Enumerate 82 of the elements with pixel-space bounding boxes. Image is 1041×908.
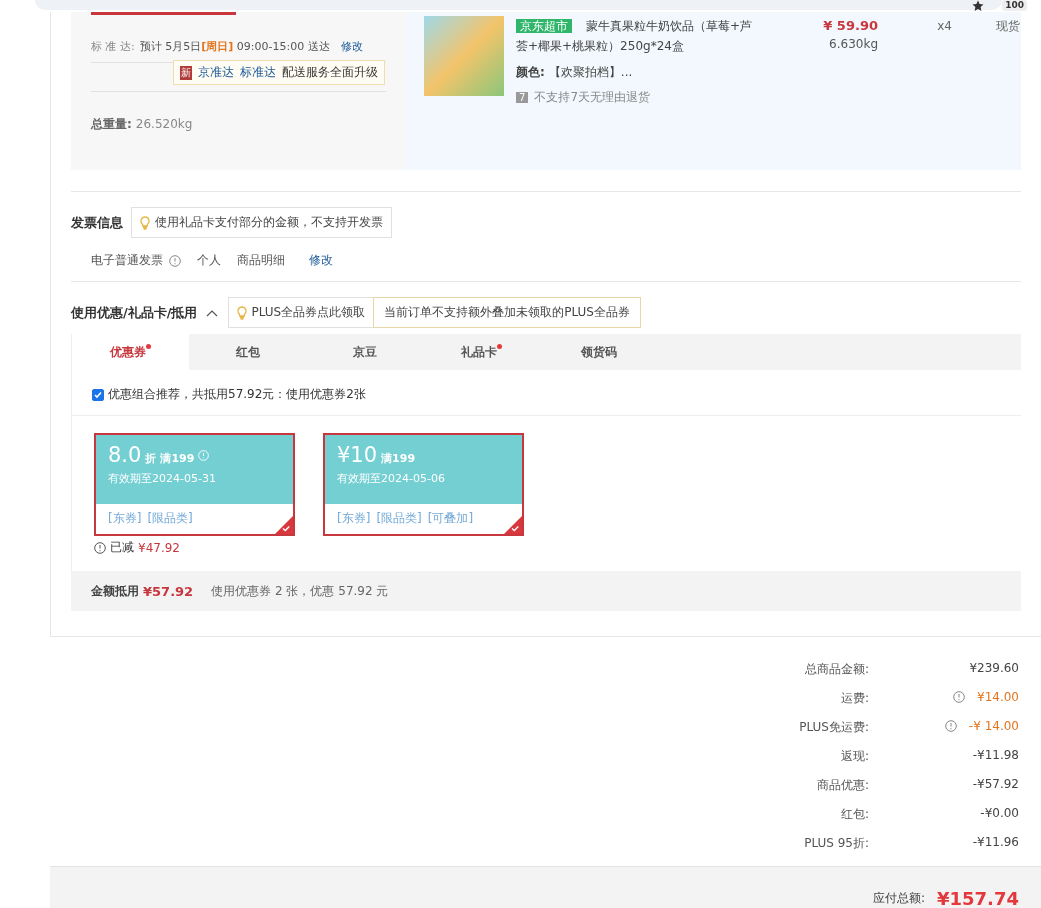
- notification-dot: [497, 344, 502, 349]
- discount-tab[interactable]: 领货码: [540, 334, 657, 370]
- discount-tab[interactable]: 优惠券: [72, 334, 189, 370]
- total-value: ¥239.60: [969, 661, 1019, 675]
- coupon-unit: 折: [145, 451, 157, 466]
- coupon-amount: ¥10: [337, 443, 378, 467]
- coupon-validity: 有效期至2024-05-06: [337, 471, 446, 486]
- delivery-label: 标 准 达:: [91, 39, 135, 54]
- bulb-icon: [236, 305, 247, 320]
- checkbox[interactable]: [92, 388, 104, 401]
- notification-dot: [146, 344, 151, 349]
- new-tag: 新: [180, 65, 192, 80]
- payable-amount: ¥157.74: [937, 888, 1019, 908]
- service-link[interactable]: 京准达: [198, 64, 234, 81]
- summary-amount: ¥57.92: [143, 583, 194, 599]
- total-value: -¥ 14.00: [968, 719, 1019, 733]
- summary-label: 金额抵用: [91, 582, 139, 600]
- section-title: 使用优惠/礼品卡/抵用: [71, 303, 198, 322]
- tip-text: PLUS全品券点此领取: [251, 304, 366, 321]
- discount-tab[interactable]: 礼品卡: [423, 334, 540, 370]
- attr-label: 颜色:: [516, 65, 545, 79]
- total-label: 运费:: [839, 690, 869, 707]
- edit-link[interactable]: 修改: [309, 252, 333, 269]
- coupon-tag: [限品类]: [147, 510, 193, 527]
- return-policy: 不支持7天无理由退货: [534, 89, 650, 106]
- return-badge: 7: [516, 92, 529, 103]
- quantity: x4: [936, 18, 952, 35]
- bulb-icon: [140, 215, 150, 230]
- total-value: ¥14.00: [977, 690, 1019, 704]
- info-icon[interactable]: [94, 541, 106, 554]
- total-label: PLUS 95折:: [803, 835, 869, 852]
- check-corner-icon: [504, 516, 522, 534]
- recommend-label: 优惠组合推荐，共抵用57.92元：使用优惠券2张: [108, 386, 366, 403]
- info-icon[interactable]: [953, 691, 965, 703]
- coupon-validity: 有效期至2024-05-31: [108, 471, 217, 486]
- info-icon[interactable]: [944, 720, 957, 732]
- deducted-label: 已减: [110, 539, 134, 556]
- product-price: ¥ 59.90: [823, 17, 878, 35]
- chevron-icon[interactable]: [205, 308, 218, 317]
- total-label: 商品优惠:: [815, 777, 869, 794]
- delivery-estimate: 预计 5月5日[周日] 09:00-15:00 送达: [139, 39, 330, 54]
- coupon-tag: [可叠加]: [427, 510, 474, 527]
- total-value: -¥11.98: [972, 748, 1019, 762]
- total-label: PLUS免运费:: [798, 719, 869, 736]
- total-value: -¥0.00: [980, 806, 1019, 820]
- coupon-amount: 8.0: [108, 443, 142, 467]
- total-value: -¥11.96: [972, 835, 1019, 849]
- tip-text: 使用礼品卡支付部分的金额，不支持开发票: [155, 214, 383, 231]
- invoice-content: 商品明细: [237, 252, 285, 269]
- total-label: 总商品金额:: [803, 661, 869, 678]
- total-label: 红包:: [839, 806, 869, 823]
- coupon-tag: [限品类]: [376, 510, 422, 527]
- check-corner-icon: [275, 516, 293, 534]
- star-icon[interactable]: [972, 0, 985, 12]
- deducted-amount: ¥47.92: [138, 540, 180, 555]
- weight-value: 26.520kg: [135, 117, 193, 131]
- discount-tab[interactable]: 京豆: [306, 334, 423, 370]
- total-value: -¥57.92: [972, 777, 1019, 791]
- plus-coupon-link[interactable]: PLUS全品券点此领取: [227, 297, 375, 328]
- promo-text: 配送服务全面升级: [282, 64, 378, 81]
- coupon-tag: [东券]: [337, 510, 371, 527]
- discount-tab[interactable]: 红包: [189, 334, 306, 370]
- payable-label: 应付总额:: [872, 890, 925, 907]
- section-title: 发票信息: [71, 213, 123, 232]
- product-name[interactable]: 京东超市 蒙牛真果粒牛奶饮品（草莓+芦荟+椰果+桃果粒）250g*24盒: [516, 16, 756, 56]
- invoice-type: 电子普通发票: [91, 252, 163, 269]
- store-tag: 京东超市: [516, 19, 572, 33]
- service-link[interactable]: 标准达: [240, 64, 276, 81]
- product-weight: 6.630kg: [829, 36, 878, 52]
- plus-note: 当前订单不支持额外叠加未领取的PLUS全品券: [373, 297, 641, 328]
- invoice-holder: 个人: [197, 252, 221, 269]
- extension-badge: 100: [1002, 0, 1027, 11]
- weight-label: 总重量:: [91, 117, 132, 131]
- total-label: 返现:: [839, 748, 869, 765]
- edit-link[interactable]: 修改: [340, 39, 363, 54]
- info-icon[interactable]: [169, 254, 181, 267]
- coupon-threshold: 满199: [160, 451, 195, 466]
- attr-value: 【欢聚拍档】...: [548, 65, 633, 79]
- coupon-tag: [东券]: [108, 510, 142, 527]
- coupon-threshold: 满199: [381, 451, 416, 466]
- summary-text: 使用优惠券 2 张，优惠 57.92 元: [211, 582, 389, 600]
- stock-status: 现货: [995, 18, 1020, 35]
